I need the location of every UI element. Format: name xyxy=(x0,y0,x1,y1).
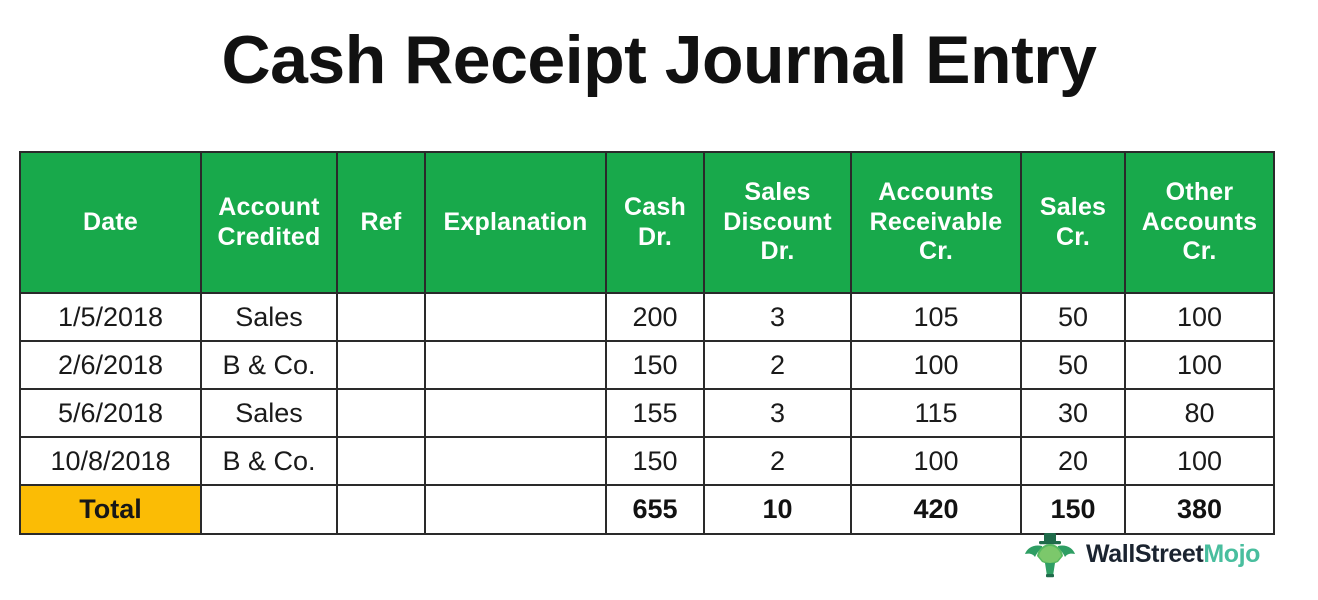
cell-accounts-receivable: 100 xyxy=(850,340,1022,390)
cell-sales-cr: 50 xyxy=(1020,340,1126,390)
header-line: Date xyxy=(83,207,138,236)
logo-wordmark: WallStreetMojo xyxy=(1086,539,1261,568)
cell-accounts-receivable: 105 xyxy=(850,292,1022,342)
column-header-ref: Ref xyxy=(336,151,426,294)
total-cell-accounts-receivable: 420 xyxy=(850,484,1022,535)
column-header-sales-discount-dr: Sales Discount Dr. xyxy=(703,151,852,294)
cell-accounts-receivable: 115 xyxy=(850,388,1022,438)
header-line: Cash xyxy=(624,193,686,221)
header-line: Discount xyxy=(723,207,832,236)
total-cell-ref xyxy=(336,484,426,535)
column-header-date: Date xyxy=(19,151,202,294)
cell-ref xyxy=(336,388,426,438)
header-line: Dr. xyxy=(638,222,672,251)
cell-account: B & Co. xyxy=(200,436,338,486)
cell-discount: 3 xyxy=(703,292,852,342)
table-row: 5/6/2018 Sales 155 3 115 30 80 xyxy=(19,388,1275,438)
header-line: Explanation xyxy=(443,207,588,236)
table-row: 10/8/2018 B & Co. 150 2 100 20 100 xyxy=(19,436,1275,486)
logo-text-primary: WallStreet xyxy=(1086,539,1204,568)
header-line: Account xyxy=(218,193,320,221)
total-cell-explanation xyxy=(424,484,607,535)
column-header-cash-dr: Cash Dr. xyxy=(605,151,705,294)
cell-explanation xyxy=(424,292,607,342)
cell-sales-cr: 30 xyxy=(1020,388,1126,438)
cell-explanation xyxy=(424,340,607,390)
cell-account: Sales xyxy=(200,292,338,342)
header-line: Other xyxy=(1165,178,1234,207)
total-cell-sales-cr: 150 xyxy=(1020,484,1126,535)
cell-cash: 155 xyxy=(605,388,705,438)
header-line: Credited xyxy=(217,222,321,251)
wallstreetmojo-logo: WallStreetMojo xyxy=(1022,530,1260,578)
total-row: Total 655 10 420 150 380 xyxy=(19,484,1275,535)
header-line: Receivable xyxy=(869,207,1003,236)
column-header-account-credited: Account Credited xyxy=(200,151,338,294)
header-line: Dr. xyxy=(760,237,795,266)
logo-text-accent: Mojo xyxy=(1203,539,1261,568)
page-title: Cash Receipt Journal Entry xyxy=(221,22,1097,98)
cell-other-accounts: 100 xyxy=(1124,292,1275,342)
column-header-explanation: Explanation xyxy=(424,151,607,294)
cell-cash: 150 xyxy=(605,340,705,390)
cell-other-accounts: 100 xyxy=(1124,340,1275,390)
cell-ref xyxy=(336,340,426,390)
cell-discount: 3 xyxy=(703,388,852,438)
column-header-accounts-receivable-cr: Accounts Receivable Cr. xyxy=(850,151,1022,294)
header-line: Ref xyxy=(360,207,402,236)
total-cell-other-accounts: 380 xyxy=(1124,484,1275,535)
cell-other-accounts: 80 xyxy=(1124,388,1275,438)
cash-receipt-journal-table: Date Account Credited Ref Explanation Ca… xyxy=(19,151,1275,535)
cell-account: Sales xyxy=(200,388,338,438)
cell-discount: 2 xyxy=(703,436,852,486)
journal-table-container: Date Account Credited Ref Explanation Ca… xyxy=(19,151,1275,535)
cell-explanation xyxy=(424,436,607,486)
cell-date: 5/6/2018 xyxy=(19,388,202,438)
cell-cash: 150 xyxy=(605,436,705,486)
header-line: Accounts xyxy=(878,178,994,207)
table-header: Date Account Credited Ref Explanation Ca… xyxy=(19,151,1275,294)
total-cell-account xyxy=(200,484,338,535)
cell-ref xyxy=(336,292,426,342)
header-line: Cr. xyxy=(1056,222,1090,251)
wallstreetmojo-mascot-icon xyxy=(1022,530,1078,578)
total-cell-discount: 10 xyxy=(703,484,852,535)
cell-sales-cr: 50 xyxy=(1020,292,1126,342)
header-line: Accounts xyxy=(1141,207,1258,236)
cell-accounts-receivable: 100 xyxy=(850,436,1022,486)
column-header-sales-cr: Sales Cr. xyxy=(1020,151,1126,294)
cell-account: B & Co. xyxy=(200,340,338,390)
header-line: Sales xyxy=(744,178,811,207)
header-line: Cr. xyxy=(1182,237,1217,266)
cell-cash: 200 xyxy=(605,292,705,342)
total-label-cell: Total xyxy=(19,484,202,535)
cell-date: 1/5/2018 xyxy=(19,292,202,342)
header-line: Sales xyxy=(1039,193,1107,221)
cell-other-accounts: 100 xyxy=(1124,436,1275,486)
header-row: Date Account Credited Ref Explanation Ca… xyxy=(19,151,1275,294)
header-line: Cr. xyxy=(919,237,953,266)
table-row: 1/5/2018 Sales 200 3 105 50 100 xyxy=(19,292,1275,342)
cell-date: 10/8/2018 xyxy=(19,436,202,486)
cell-discount: 2 xyxy=(703,340,852,390)
cell-sales-cr: 20 xyxy=(1020,436,1126,486)
table-body: 1/5/2018 Sales 200 3 105 50 100 2/6/2018… xyxy=(19,292,1275,535)
cell-date: 2/6/2018 xyxy=(19,340,202,390)
cell-ref xyxy=(336,436,426,486)
column-header-other-accounts-cr: Other Accounts Cr. xyxy=(1124,151,1275,294)
table-row: 2/6/2018 B & Co. 150 2 100 50 100 xyxy=(19,340,1275,390)
cell-explanation xyxy=(424,388,607,438)
total-cell-cash: 655 xyxy=(605,484,705,535)
